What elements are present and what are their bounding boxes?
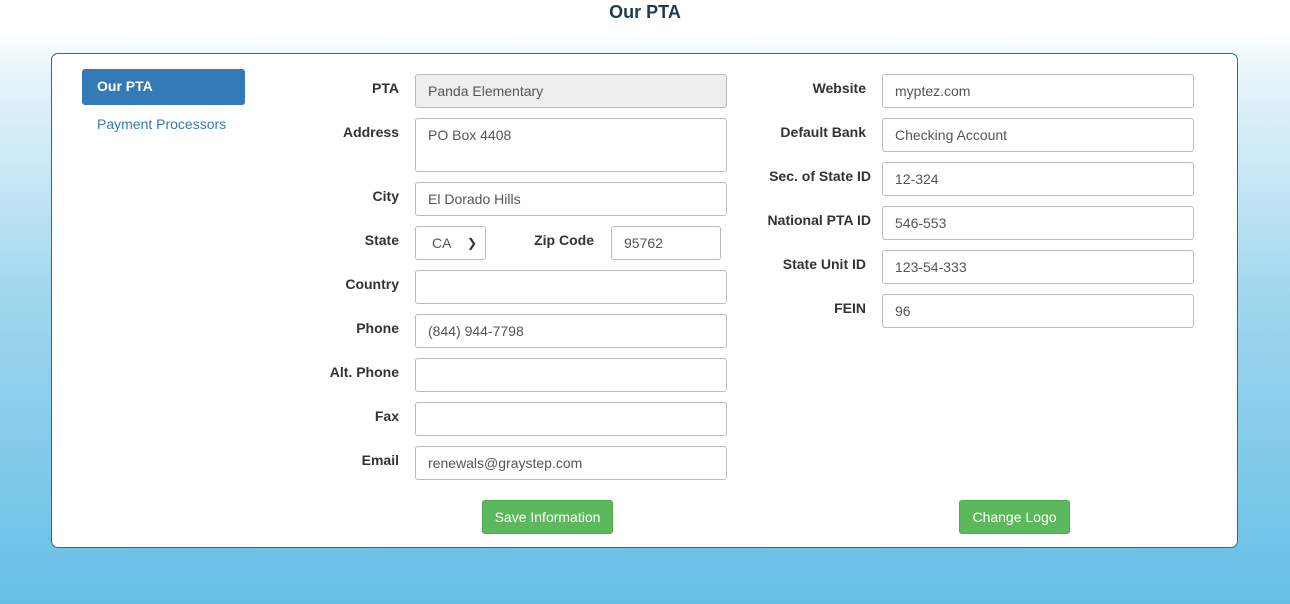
fein-field[interactable]: 96 <box>882 294 1194 328</box>
fein-label: FEIN <box>834 300 866 316</box>
email-label: Email <box>361 452 399 468</box>
city-field[interactable]: El Dorado Hills <box>415 182 727 216</box>
state-select-value: CA <box>432 235 452 251</box>
state-label: State <box>364 232 399 248</box>
website-label: Website <box>812 80 866 96</box>
state-select[interactable]: CA ❯ <box>415 226 486 260</box>
address-label: Address <box>342 124 399 140</box>
address-field[interactable]: PO Box 4408 <box>415 118 727 172</box>
phone-label: Phone <box>356 320 399 336</box>
sos-id-label: Sec. of State ID <box>769 168 871 184</box>
state-unit-id-label: State Unit ID <box>782 256 866 272</box>
chevron-down-icon: ❯ <box>466 236 477 250</box>
zip-label: Zip Code <box>534 232 594 248</box>
fax-label: Fax <box>374 408 399 424</box>
website-field[interactable]: myptez.com <box>882 74 1194 108</box>
zip-field[interactable]: 95762 <box>611 226 721 260</box>
change-logo-button[interactable]: Change Logo <box>959 500 1070 534</box>
phone-field[interactable]: (844) 944-7798 <box>415 314 727 348</box>
settings-panel: Our PTA Payment Processors PTA Panda Ele… <box>51 53 1238 548</box>
default-bank-field[interactable]: Checking Account <box>882 118 1194 152</box>
alt-phone-field[interactable] <box>415 358 727 392</box>
country-field[interactable] <box>415 270 727 304</box>
country-label: Country <box>345 276 399 292</box>
national-pta-id-label: National PTA ID <box>767 212 871 228</box>
city-label: City <box>372 188 399 204</box>
national-pta-id-field[interactable]: 546-553 <box>882 206 1194 240</box>
sidebar-item-payment-processors[interactable]: Payment Processors <box>82 107 245 143</box>
sos-id-field[interactable]: 12-324 <box>882 162 1194 196</box>
fax-field[interactable] <box>415 402 727 436</box>
default-bank-label: Default Bank <box>780 124 866 140</box>
pta-field[interactable]: Panda Elementary <box>415 74 727 108</box>
page-title: Our PTA <box>609 2 681 22</box>
email-field[interactable]: renewals@graystep.com <box>415 446 727 480</box>
state-unit-id-field[interactable]: 123-54-333 <box>882 250 1194 284</box>
pta-label: PTA <box>372 80 399 96</box>
save-information-button[interactable]: Save Information <box>482 500 613 534</box>
sidebar-item-our-pta[interactable]: Our PTA <box>82 69 245 105</box>
alt-phone-label: Alt. Phone <box>329 364 399 380</box>
